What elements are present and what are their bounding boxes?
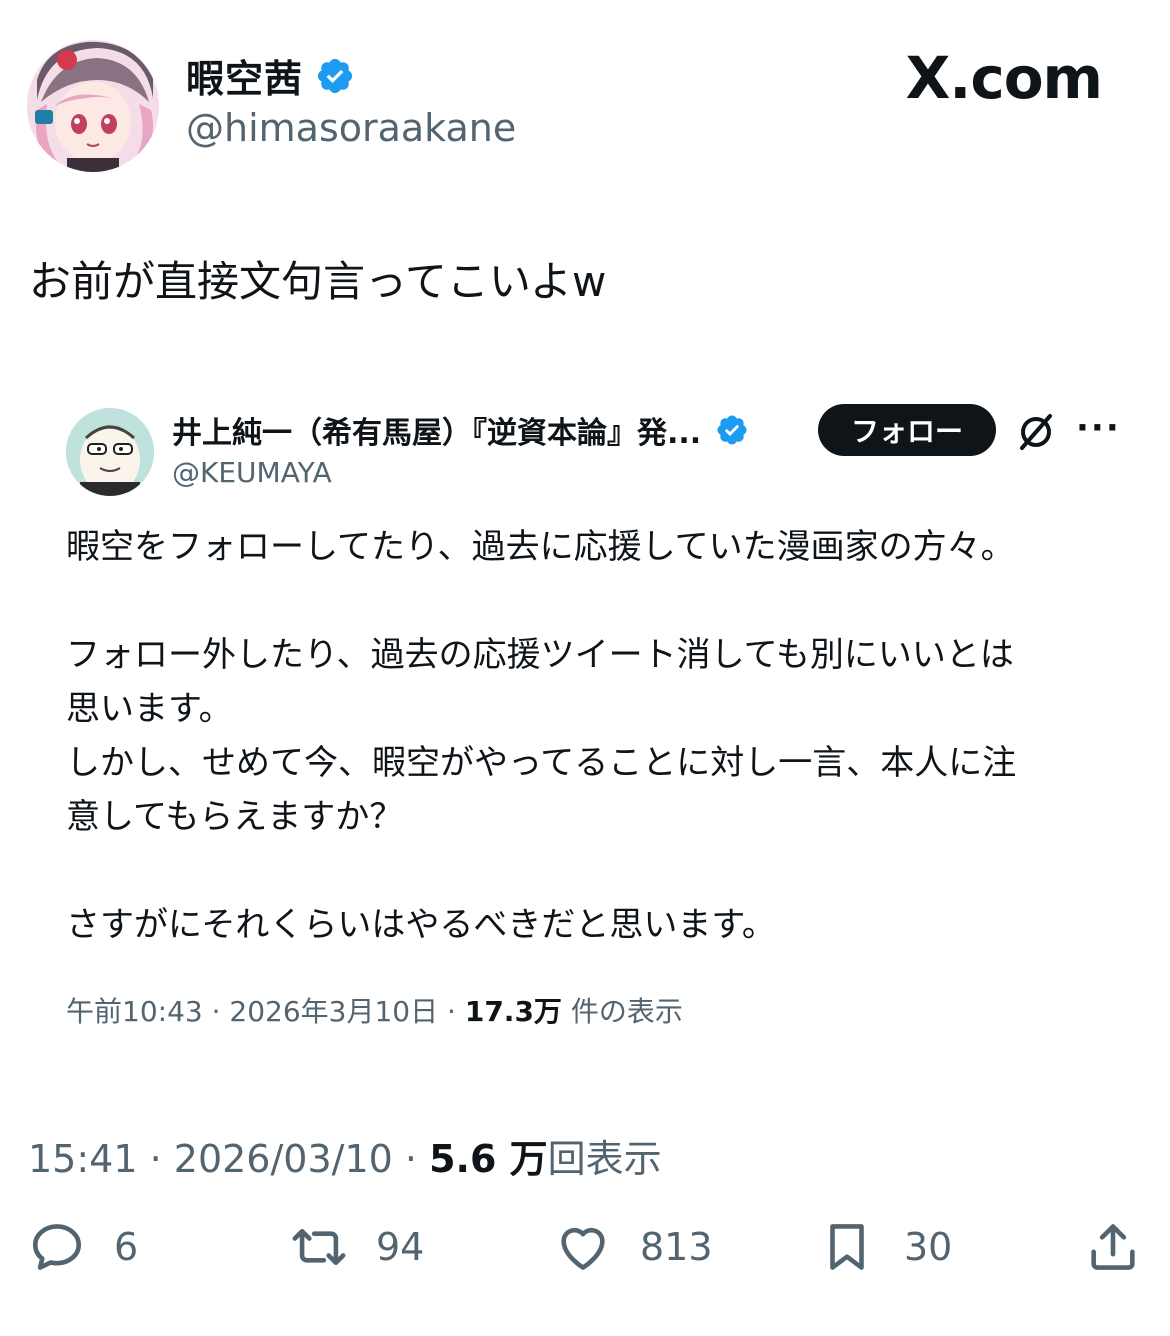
separator: · (447, 995, 465, 1028)
quoted-body-line: しかし、せめて今、暇空がやってることに対し一言、本人に注 (66, 743, 1017, 783)
separator: · (149, 1137, 174, 1181)
quoted-body: 暇空をフォローしてたり、過去に応援していた漫画家の方々。 フォロー外したり、過去… (66, 520, 1126, 952)
quoted-meta: 午前10:43 · 2026年3月10日 · 17.3万 件の表示 (66, 990, 683, 1030)
reply-count: 6 (114, 1225, 139, 1269)
quoted-body-line: 暇空をフォローしてたり、過去に応援していた漫画家の方々。 (66, 527, 1015, 567)
action-bar: 6 94 813 30 (0, 1218, 1170, 1288)
grok-icon[interactable] (1014, 410, 1058, 454)
brand-logo: X.com (905, 44, 1103, 112)
author-display-name[interactable]: 暇空茜 (186, 48, 303, 103)
views-count: 5.6 万 (429, 1137, 548, 1181)
reply-icon (32, 1224, 82, 1270)
quoted-body-line: 思います。 (66, 689, 233, 729)
quoted-date[interactable]: 2026年3月10日 (229, 995, 438, 1028)
quoted-tweet[interactable]: 井上純一（希有馬屋）『逆資本論』発... @KEUMAYA フォロー ··· 暇… (0, 380, 1170, 1060)
quoted-handle[interactable]: @KEUMAYA (172, 456, 332, 489)
bookmark-button[interactable]: 30 (818, 1218, 952, 1276)
quoted-body-line: さすがにそれくらいはやるべきだと思います。 (66, 905, 776, 945)
verified-badge-icon (317, 58, 353, 93)
follow-button[interactable]: フォロー (818, 404, 996, 456)
quoted-body-line: 意してもらえますか？ (66, 797, 404, 837)
reply-button[interactable]: 6 (28, 1218, 138, 1276)
author-avatar[interactable] (27, 40, 159, 172)
tweet-date[interactable]: 2026/03/10 (174, 1137, 393, 1181)
share-icon (1091, 1224, 1135, 1270)
tweet-time[interactable]: 15:41 (28, 1137, 138, 1181)
quoted-name-row: 井上純一（希有馬屋）『逆資本論』発... (172, 408, 749, 452)
separator: · (211, 995, 230, 1028)
quoted-display-name[interactable]: 井上純一（希有馬屋）『逆資本論』発... (172, 408, 701, 452)
bookmark-icon (830, 1224, 864, 1270)
verified-badge-icon (717, 415, 747, 445)
tweet-meta: 15:41 · 2026/03/10 · 5.6 万回表示 (28, 1128, 662, 1183)
quoted-views-label: 件の表示 (570, 995, 683, 1028)
tweet-screenshot: 暇空茜 @himasoraakane X.com お前が直接文句言ってこいよw … (0, 0, 1170, 1336)
tweet-text: お前が直接文句言ってこいよw (29, 257, 607, 306)
author-name-row: 暇空茜 (186, 48, 355, 103)
more-options-icon[interactable]: ··· (1076, 408, 1121, 448)
repost-icon (292, 1228, 346, 1266)
quoted-views-count: 17.3万 (464, 995, 562, 1028)
views-label: 回表示 (547, 1137, 662, 1181)
quoted-time[interactable]: 午前10:43 (66, 995, 203, 1028)
like-count: 813 (640, 1225, 713, 1269)
repost-button[interactable]: 94 (290, 1218, 424, 1276)
quoted-body-line: フォロー外したり、過去の応援ツイート消しても別にいいとは (66, 635, 1014, 675)
heart-icon (561, 1227, 605, 1270)
quoted-author-avatar[interactable] (66, 408, 154, 496)
like-button[interactable]: 813 (554, 1218, 713, 1276)
separator: · (404, 1137, 430, 1181)
repost-count: 94 (376, 1225, 425, 1269)
share-button[interactable] (1084, 1218, 1142, 1276)
author-handle[interactable]: @himasoraakane (186, 106, 516, 150)
bookmark-count: 30 (904, 1225, 953, 1269)
